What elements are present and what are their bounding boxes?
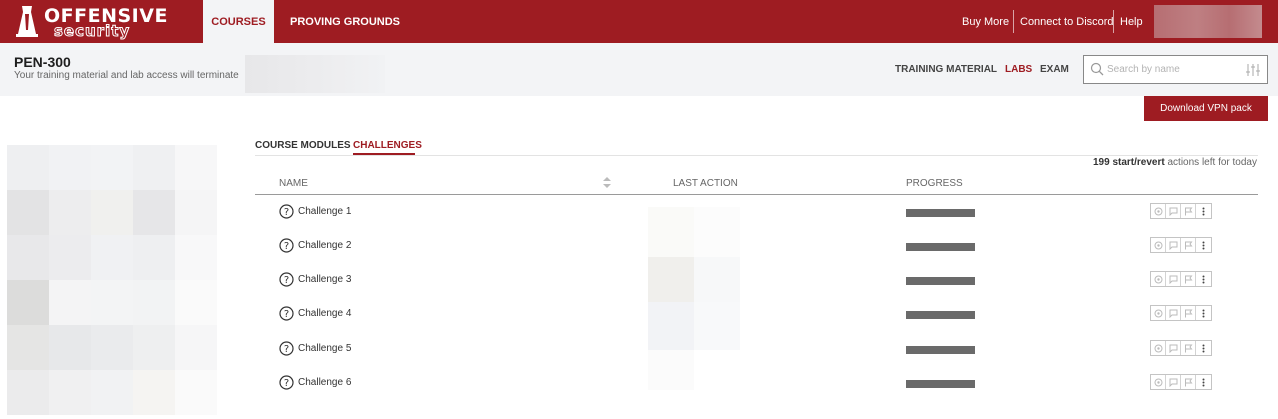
challenge-name[interactable]: Challenge 4 bbox=[298, 308, 351, 319]
progress-bar bbox=[906, 277, 975, 285]
actions-suffix: actions left for today bbox=[1164, 157, 1257, 168]
nav-tab-proving-grounds[interactable]: PROVING GROUNDS bbox=[290, 0, 400, 43]
svg-text:?: ? bbox=[284, 275, 289, 286]
connect-discord-link[interactable]: Connect to Discord bbox=[1020, 0, 1114, 43]
sort-icon[interactable] bbox=[603, 177, 611, 188]
question-circle-icon: ? bbox=[279, 272, 294, 287]
question-circle-icon: ? bbox=[279, 375, 294, 390]
challenge-name[interactable]: Challenge 1 bbox=[298, 206, 351, 217]
more-vertical-icon[interactable] bbox=[1196, 204, 1211, 218]
svg-text:?: ? bbox=[284, 309, 289, 320]
more-vertical-icon[interactable] bbox=[1196, 306, 1211, 320]
progress-bar bbox=[906, 346, 975, 354]
question-circle-icon: ? bbox=[279, 204, 294, 219]
search-placeholder: Search by name bbox=[1107, 64, 1180, 75]
svg-text:?: ? bbox=[284, 378, 289, 389]
chat-icon[interactable] bbox=[1166, 341, 1182, 355]
filter-sliders-icon[interactable] bbox=[1245, 62, 1261, 78]
revert-icon[interactable] bbox=[1151, 204, 1167, 218]
user-menu-redacted[interactable] bbox=[1154, 5, 1262, 38]
challenge-name[interactable]: Challenge 5 bbox=[298, 343, 351, 354]
nav-separator bbox=[1113, 10, 1114, 33]
table-row[interactable]: ? Challenge 4 bbox=[255, 297, 1258, 331]
revert-icon[interactable] bbox=[1151, 341, 1167, 355]
course-title: PEN-300 bbox=[14, 54, 71, 70]
flag-icon[interactable] bbox=[1181, 341, 1197, 355]
revert-icon[interactable] bbox=[1151, 375, 1167, 389]
help-link[interactable]: Help bbox=[1120, 0, 1143, 43]
row-actions bbox=[1150, 340, 1212, 356]
more-vertical-icon[interactable] bbox=[1196, 238, 1211, 252]
progress-bar bbox=[906, 209, 975, 217]
row-actions bbox=[1150, 237, 1212, 253]
svg-text:?: ? bbox=[284, 241, 289, 252]
tabs-divider bbox=[255, 155, 1258, 156]
table-row[interactable]: ? Challenge 2 bbox=[255, 229, 1258, 263]
flag-icon[interactable] bbox=[1181, 375, 1197, 389]
chat-icon[interactable] bbox=[1166, 272, 1182, 286]
question-circle-icon: ? bbox=[279, 341, 294, 356]
flag-icon[interactable] bbox=[1181, 238, 1197, 252]
subnav-labs[interactable]: LABS bbox=[1005, 64, 1032, 75]
search-icon bbox=[1090, 62, 1104, 76]
subnav-training-material[interactable]: TRAINING MATERIAL bbox=[895, 64, 997, 75]
challenge-name[interactable]: Challenge 6 bbox=[298, 377, 351, 388]
row-actions bbox=[1150, 203, 1212, 219]
progress-bar bbox=[906, 243, 975, 251]
more-vertical-icon[interactable] bbox=[1196, 341, 1211, 355]
revert-icon[interactable] bbox=[1151, 306, 1167, 320]
column-header-name[interactable]: NAME bbox=[279, 178, 308, 189]
active-tab-indicator bbox=[353, 153, 415, 155]
more-vertical-icon[interactable] bbox=[1196, 375, 1211, 389]
offensive-security-logo[interactable]: OFFENSIVE security bbox=[14, 4, 167, 41]
logo-mark-icon bbox=[16, 6, 38, 37]
chat-icon[interactable] bbox=[1166, 238, 1182, 252]
question-circle-icon: ? bbox=[279, 306, 294, 321]
top-navigation-bar: OFFENSIVE security COURSES PROVING GROUN… bbox=[0, 0, 1278, 43]
column-header-progress: PROGRESS bbox=[906, 178, 963, 189]
chat-icon[interactable] bbox=[1166, 306, 1182, 320]
challenge-name[interactable]: Challenge 3 bbox=[298, 274, 351, 285]
course-expiry-note: Your training material and lab access wi… bbox=[14, 70, 239, 81]
table-row[interactable]: ? Challenge 6 bbox=[255, 366, 1258, 400]
more-vertical-icon[interactable] bbox=[1196, 272, 1211, 286]
tab-course-modules[interactable]: COURSE MODULES bbox=[255, 140, 351, 151]
row-actions bbox=[1150, 374, 1212, 390]
download-vpn-button[interactable]: Download VPN pack bbox=[1144, 96, 1268, 121]
chat-icon[interactable] bbox=[1166, 375, 1182, 389]
progress-bar bbox=[906, 311, 975, 319]
redacted-date bbox=[245, 55, 385, 93]
subnav-exam[interactable]: EXAM bbox=[1040, 64, 1069, 75]
course-header: PEN-300 Your training material and lab a… bbox=[0, 43, 1278, 96]
table-row[interactable]: ? Challenge 5 bbox=[255, 332, 1258, 366]
svg-text:?: ? bbox=[284, 344, 289, 355]
revert-icon[interactable] bbox=[1151, 238, 1167, 252]
flag-icon[interactable] bbox=[1181, 306, 1197, 320]
flag-icon[interactable] bbox=[1181, 204, 1197, 218]
challenge-name[interactable]: Challenge 2 bbox=[298, 240, 351, 251]
progress-bar bbox=[906, 380, 975, 388]
tab-challenges[interactable]: CHALLENGES bbox=[353, 140, 422, 151]
nav-separator bbox=[1013, 10, 1014, 33]
actions-left-counter: 199 start/revert actions left for today bbox=[1093, 157, 1257, 168]
flag-icon[interactable] bbox=[1181, 272, 1197, 286]
actions-count: 199 start/revert bbox=[1093, 157, 1165, 168]
chat-icon[interactable] bbox=[1166, 204, 1182, 218]
sidebar-redacted bbox=[7, 145, 217, 415]
svg-text:?: ? bbox=[284, 207, 289, 218]
search-input[interactable]: Search by name bbox=[1083, 55, 1268, 84]
revert-icon[interactable] bbox=[1151, 272, 1167, 286]
question-circle-icon: ? bbox=[279, 238, 294, 253]
column-header-last-action: LAST ACTION bbox=[673, 178, 738, 189]
buy-more-link[interactable]: Buy More bbox=[962, 0, 1009, 43]
row-actions bbox=[1150, 271, 1212, 287]
row-actions bbox=[1150, 305, 1212, 321]
table-row[interactable]: ? Challenge 1 bbox=[255, 195, 1258, 229]
table-row[interactable]: ? Challenge 3 bbox=[255, 263, 1258, 297]
nav-tab-courses[interactable]: COURSES bbox=[203, 0, 274, 43]
logo-subtext: security bbox=[53, 22, 131, 41]
